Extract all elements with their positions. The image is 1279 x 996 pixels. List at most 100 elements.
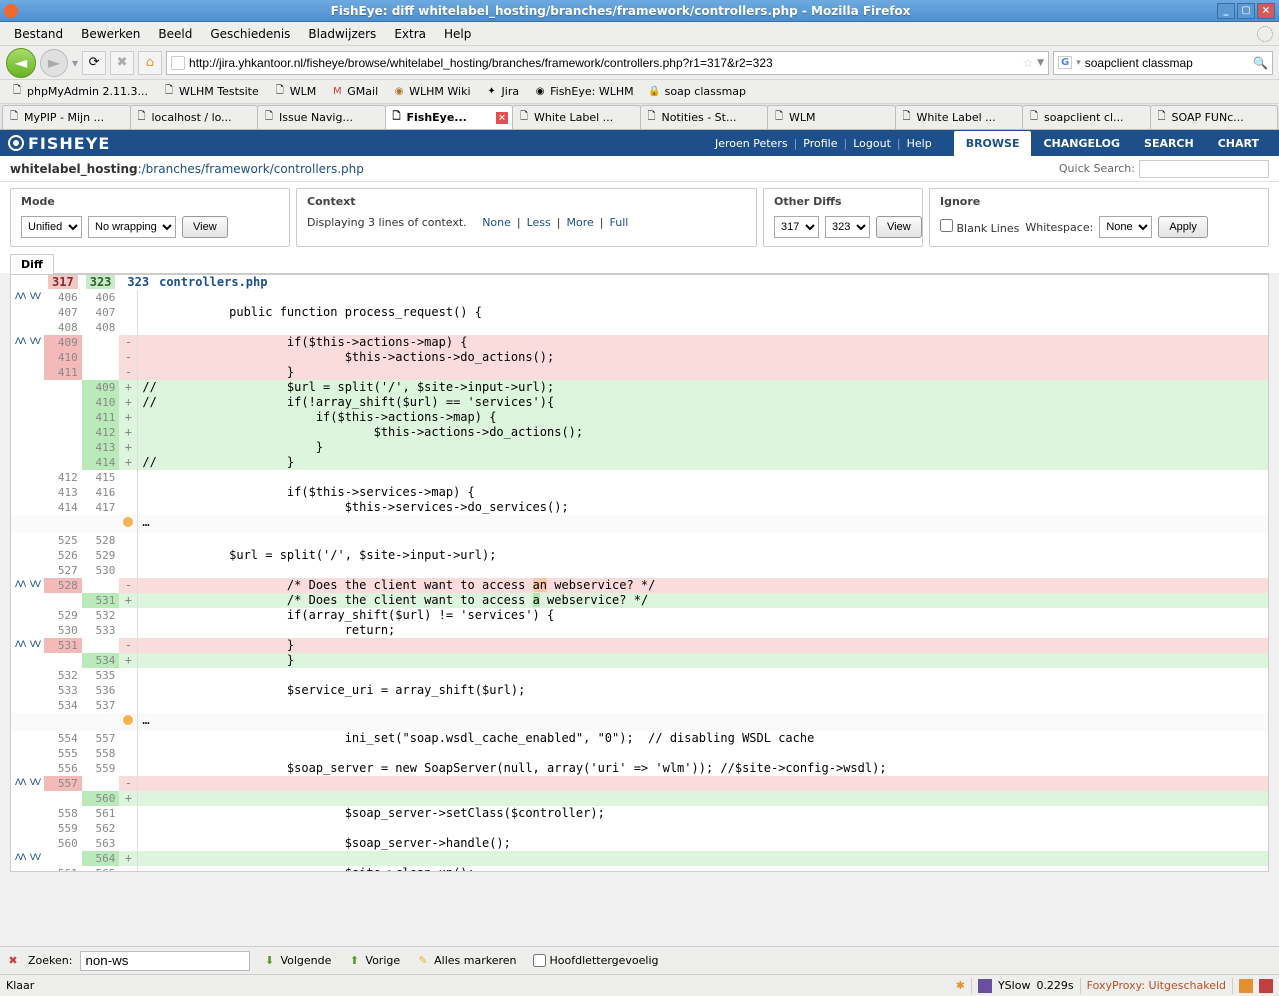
diff-nav-icon[interactable]: ᐱᐱ ᐯᐯ xyxy=(15,778,40,788)
bookmark-item[interactable]: ◉WLHM Wiki xyxy=(388,84,474,100)
quicksearch-input[interactable] xyxy=(1139,160,1269,178)
context-full[interactable]: Full xyxy=(610,216,629,229)
nav-tab-chart[interactable]: CHART xyxy=(1206,131,1271,156)
context-more[interactable]: More xyxy=(567,216,594,229)
menu-extra[interactable]: Extra xyxy=(386,25,434,43)
profile-link[interactable]: Profile xyxy=(801,137,839,150)
diff-nav-icon[interactable]: ᐱᐱ ᐯᐯ xyxy=(15,853,40,863)
help-link[interactable]: Help xyxy=(905,137,934,150)
bookmark-item[interactable]: 🗋phpMyAdmin 2.11.3... xyxy=(6,84,152,100)
findbar-input[interactable] xyxy=(80,951,250,971)
foxyproxy-status[interactable]: FoxyProxy: Uitgeschakeld xyxy=(1087,979,1226,992)
star-icon[interactable]: ☆ xyxy=(1022,56,1033,70)
home-button[interactable]: ⌂ xyxy=(138,51,162,75)
url-input[interactable] xyxy=(189,56,1018,70)
ignore-blank-checkbox[interactable]: Blank Lines xyxy=(940,219,1019,235)
diff-scroller[interactable]: 317 323 323controllers.php ᐱᐱ ᐯᐯ40640640… xyxy=(10,274,1269,872)
rev-left[interactable]: 317 xyxy=(48,275,78,289)
nav-tab-changelog[interactable]: CHANGELOG xyxy=(1031,131,1132,156)
menu-bladwijzers[interactable]: Bladwijzers xyxy=(300,25,384,43)
maximize-button[interactable]: ▢ xyxy=(1237,3,1255,19)
ignore-ws-select[interactable]: None xyxy=(1099,216,1152,238)
hunk-icon[interactable] xyxy=(123,715,133,725)
browser-search-box[interactable]: G ▾ 🔍 xyxy=(1053,51,1273,75)
findbar-next[interactable]: ⬇Volgende xyxy=(258,952,335,970)
browser-tab[interactable]: 🗋FishEye...× xyxy=(385,105,514,129)
menu-geschiedenis[interactable]: Geschiedenis xyxy=(202,25,298,43)
mode-wrap-select[interactable]: No wrapping xyxy=(88,216,176,238)
diff-nav-icon[interactable]: ᐱᐱ ᐯᐯ xyxy=(15,580,40,590)
fisheye-logo[interactable]: FISHEYE xyxy=(8,134,110,153)
menu-help[interactable]: Help xyxy=(436,25,479,43)
bookmark-item[interactable]: 🔒soap classmap xyxy=(644,84,750,100)
browser-tab[interactable]: 🗋soapclient cl... xyxy=(1022,105,1151,129)
menu-bestand[interactable]: Bestand xyxy=(6,25,71,43)
mode-view-button[interactable]: View xyxy=(182,216,228,238)
firebug-icon[interactable]: ✱ xyxy=(956,979,965,992)
context-less[interactable]: Less xyxy=(527,216,551,229)
browser-tab[interactable]: 🗋Issue Navig... xyxy=(257,105,386,129)
diff-nav-icon[interactable]: ᐱᐱ ᐯᐯ xyxy=(15,292,40,302)
mode-format-select[interactable]: Unified xyxy=(21,216,82,238)
logout-link[interactable]: Logout xyxy=(851,137,893,150)
nav-tab-search[interactable]: SEARCH xyxy=(1132,131,1206,156)
line-number-right xyxy=(82,335,120,350)
other-view-button[interactable]: View xyxy=(876,216,922,238)
rev-right[interactable]: 323 xyxy=(86,275,116,289)
ignore-apply-button[interactable]: Apply xyxy=(1158,216,1208,238)
browser-tab[interactable]: 🗋localhost / lo... xyxy=(130,105,259,129)
browser-search-input[interactable] xyxy=(1085,56,1249,70)
menu-bewerken[interactable]: Bewerken xyxy=(73,25,148,43)
bookmark-item[interactable]: 🗋WLM xyxy=(269,84,321,100)
page-identity-icon[interactable] xyxy=(171,56,185,70)
diff-line: 560+ xyxy=(11,791,1268,806)
browser-tab[interactable]: 🗋MyPIP - Mijn ... xyxy=(2,105,131,129)
rev-from-select[interactable]: 317 xyxy=(774,216,819,238)
close-button[interactable]: × xyxy=(1257,3,1275,19)
browser-tab[interactable]: 🗋White Label ... xyxy=(512,105,641,129)
stop-button[interactable]: ✖ xyxy=(110,51,134,75)
tab-close-icon[interactable]: × xyxy=(496,112,508,124)
line-number-right: 536 xyxy=(82,683,120,698)
diff-filename[interactable]: controllers.php xyxy=(153,275,267,289)
diff-code: $soap_server->handle(); xyxy=(138,836,1268,851)
minimize-button[interactable]: _ xyxy=(1217,3,1235,19)
rev-to-select[interactable]: 323 xyxy=(825,216,870,238)
reload-button[interactable]: ⟳ xyxy=(82,51,106,75)
browser-tab[interactable]: 🗋White Label ... xyxy=(895,105,1024,129)
browser-tab[interactable]: 🗋Notities - St... xyxy=(640,105,769,129)
findbar-highlight[interactable]: ✎Alles markeren xyxy=(412,952,520,970)
history-dropdown-icon[interactable]: ▾ xyxy=(72,56,78,70)
browser-tab[interactable]: 🗋WLM xyxy=(767,105,896,129)
findbar-close-icon[interactable]: ✖ xyxy=(6,954,20,968)
bookmark-item[interactable]: ✦Jira xyxy=(481,84,524,100)
diff-code xyxy=(138,290,1268,305)
url-dropdown-icon[interactable]: ▼ xyxy=(1037,58,1044,68)
bookmark-item[interactable]: 🗋WLHM Testsite xyxy=(158,84,263,100)
google-engine-icon[interactable]: G xyxy=(1058,56,1072,69)
hunk-icon[interactable] xyxy=(123,517,133,527)
context-none[interactable]: None xyxy=(482,216,511,229)
diff-nav-icon[interactable]: ᐱᐱ ᐯᐯ xyxy=(15,337,40,347)
crumb-path[interactable]: :/branches/framework/controllers.php xyxy=(138,162,364,176)
crumb-repo[interactable]: whitelabel_hosting xyxy=(10,162,138,176)
bookmark-item[interactable]: MGMail xyxy=(326,84,382,100)
status-icon-2[interactable] xyxy=(1259,979,1273,993)
status-icon-1[interactable] xyxy=(1239,979,1253,993)
bookmark-item[interactable]: ◉FishEye: WLHM xyxy=(529,84,637,100)
browser-menubar: Bestand Bewerken Beeld Geschiedenis Blad… xyxy=(0,22,1279,46)
engine-dropdown-icon[interactable]: ▾ xyxy=(1076,58,1081,68)
nav-tab-browse[interactable]: BROWSE xyxy=(954,131,1032,156)
url-bar[interactable]: ☆ ▼ xyxy=(166,51,1049,75)
menu-beeld[interactable]: Beeld xyxy=(150,25,200,43)
browser-tab[interactable]: 🗋SOAP FUNc... xyxy=(1150,105,1279,129)
findbar-matchcase[interactable]: Hoofdlettergevoelig xyxy=(529,952,663,969)
forward-button[interactable]: ► xyxy=(40,49,68,77)
yslow-icon[interactable] xyxy=(978,979,992,993)
diff-nav-icon[interactable]: ᐱᐱ ᐯᐯ xyxy=(15,640,40,650)
user-link[interactable]: Jeroen Peters xyxy=(713,137,790,150)
search-submit-icon[interactable]: 🔍 xyxy=(1253,56,1268,70)
yslow-label[interactable]: YSlow xyxy=(998,979,1030,992)
findbar-prev[interactable]: ⬆Vorige xyxy=(343,952,404,970)
back-button[interactable]: ◄ xyxy=(6,48,36,78)
